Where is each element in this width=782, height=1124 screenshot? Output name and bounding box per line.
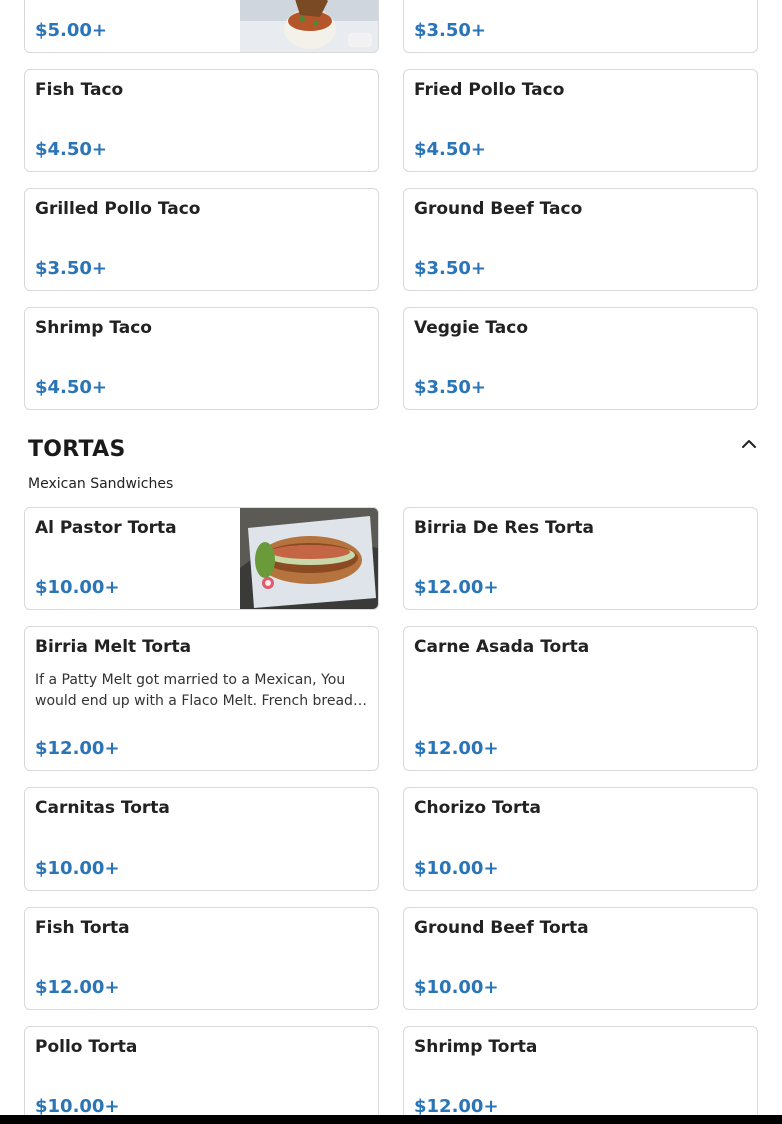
item-name: Al Pastor Torta — [35, 518, 177, 538]
section-subtitle: Mexican Sandwiches — [28, 476, 174, 492]
chevron-up-icon[interactable] — [739, 435, 759, 453]
item-price: $4.50+ — [414, 139, 487, 160]
item-name: Birria De Res Torta — [414, 518, 594, 538]
item-price: $12.00+ — [414, 577, 499, 598]
menu-item-card[interactable]: Shrimp Taco $4.50+ — [24, 307, 379, 410]
item-price: $3.50+ — [414, 20, 487, 41]
item-name: Veggie Taco — [414, 318, 529, 338]
item-photo-soup-taco — [240, 0, 378, 52]
item-name: Chorizo Torta — [414, 798, 541, 818]
item-price: $12.00+ — [414, 1096, 499, 1117]
menu-item-card[interactable]: Birria Melt Torta If a Patty Melt got ma… — [24, 626, 379, 771]
menu-item-card[interactable]: Ground Beef Taco $3.50+ — [403, 188, 758, 291]
menu-page: $5.00+ $3.50+ Fish Taco $4.50+ Fried Pol… — [0, 0, 782, 1124]
menu-item-card[interactable]: Fried Pollo Taco $4.50+ — [403, 69, 758, 172]
item-name: Carnitas Torta — [35, 798, 170, 818]
item-price: $3.50+ — [35, 258, 108, 279]
item-name: Carne Asada Torta — [414, 637, 590, 657]
menu-item-card[interactable]: Chorizo Torta $10.00+ — [403, 787, 758, 891]
menu-item-card[interactable]: $5.00+ — [24, 0, 379, 53]
item-name: Shrimp Torta — [414, 1037, 538, 1057]
item-price: $10.00+ — [414, 858, 499, 879]
item-price: $5.00+ — [35, 20, 108, 41]
item-name: Fish Taco — [35, 80, 124, 100]
item-price: $10.00+ — [35, 858, 120, 879]
item-price: $12.00+ — [35, 738, 120, 759]
menu-item-card[interactable]: Pollo Torta $10.00+ — [24, 1026, 379, 1124]
item-price: $10.00+ — [414, 977, 499, 998]
section-title: TORTAS — [28, 437, 126, 462]
item-price: $12.00+ — [414, 738, 499, 759]
menu-item-card[interactable]: Fish Torta $12.00+ — [24, 907, 379, 1010]
menu-item-card[interactable]: Fish Taco $4.50+ — [24, 69, 379, 172]
item-price: $4.50+ — [35, 139, 108, 160]
item-name: Pollo Torta — [35, 1037, 138, 1057]
menu-item-card[interactable]: Carnitas Torta $10.00+ — [24, 787, 379, 891]
bottom-bar — [0, 1115, 782, 1124]
item-name: Fried Pollo Taco — [414, 80, 565, 100]
item-photo-torta — [240, 508, 378, 609]
item-price: $3.50+ — [414, 258, 487, 279]
item-price: $3.50+ — [414, 377, 487, 398]
item-name: Shrimp Taco — [35, 318, 152, 338]
item-name: Ground Beef Torta — [414, 918, 589, 938]
menu-item-card[interactable]: $3.50+ — [403, 0, 758, 53]
item-price: $12.00+ — [35, 977, 120, 998]
item-description: If a Patty Melt got married to a Mexican… — [35, 672, 358, 709]
menu-item-card[interactable]: Ground Beef Torta $10.00+ — [403, 907, 758, 1010]
item-name: Grilled Pollo Taco — [35, 199, 201, 219]
menu-item-card[interactable]: Grilled Pollo Taco $3.50+ — [24, 188, 379, 291]
menu-item-card[interactable]: Carne Asada Torta $12.00+ — [403, 626, 758, 771]
menu-item-card[interactable]: Birria De Res Torta $12.00+ — [403, 507, 758, 610]
menu-item-card[interactable]: Shrimp Torta $12.00+ — [403, 1026, 758, 1124]
item-price: $10.00+ — [35, 1096, 120, 1117]
item-price: $10.00+ — [35, 577, 120, 598]
item-name: Ground Beef Taco — [414, 199, 583, 219]
menu-item-card[interactable]: Al Pastor Torta $10.00+ — [24, 507, 379, 610]
item-name: Birria Melt Torta — [35, 637, 192, 657]
menu-item-card[interactable]: Veggie Taco $3.50+ — [403, 307, 758, 410]
item-name: Fish Torta — [35, 918, 130, 938]
item-price: $4.50+ — [35, 377, 108, 398]
